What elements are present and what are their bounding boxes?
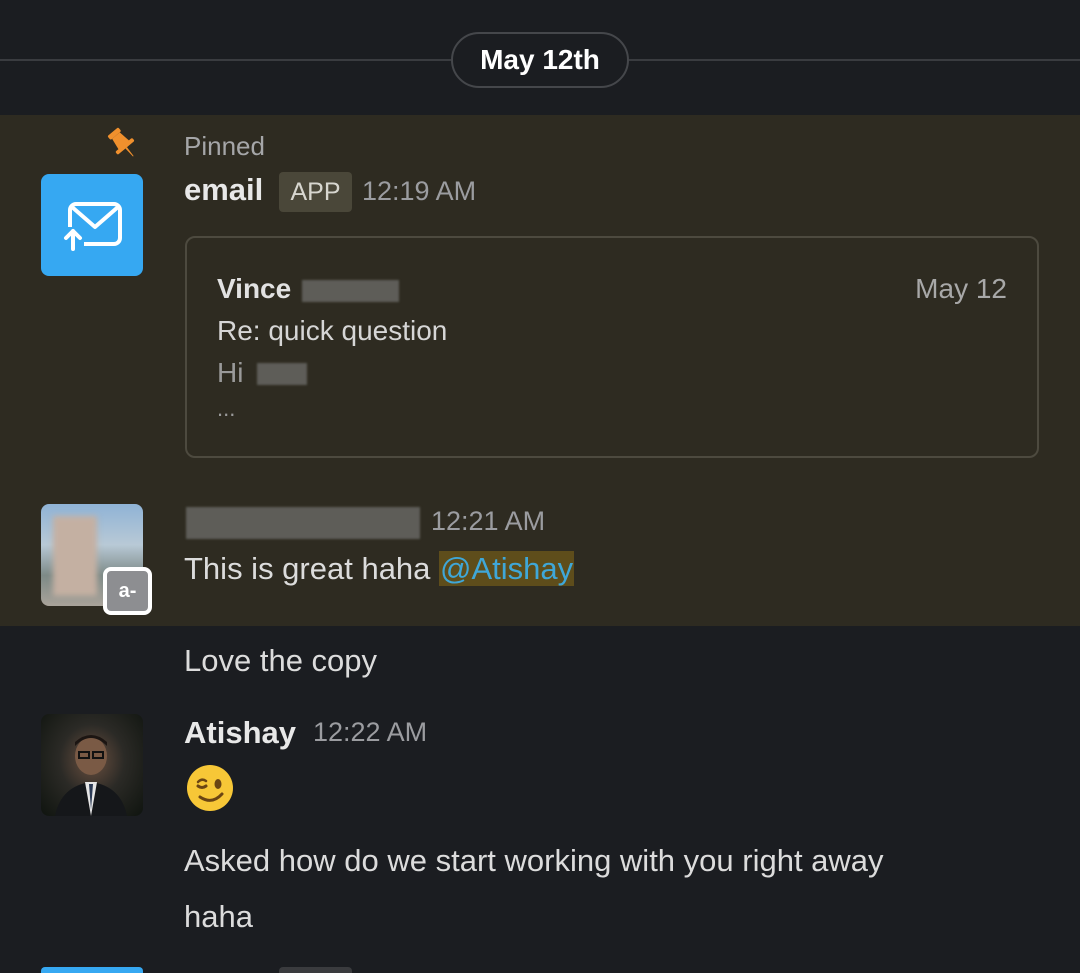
email-preview-text: Hi xyxy=(217,357,244,388)
user-avatar-atishay[interactable] xyxy=(41,714,143,816)
message-text-body: This is great haha xyxy=(184,551,440,586)
message-text-continuation: haha xyxy=(184,899,253,934)
email-ellipsis: ... xyxy=(217,396,236,421)
message-timestamp[interactable]: 12:19 AM xyxy=(362,176,476,207)
redacted-surname xyxy=(302,280,399,302)
email-upload-icon xyxy=(62,202,122,251)
date-jump-button[interactable]: May 12th xyxy=(451,32,629,88)
pinned-label: Pinned xyxy=(184,131,265,161)
email-subject: Re: quick question xyxy=(217,315,448,346)
email-from: Vince xyxy=(217,273,292,304)
email-app-avatar[interactable] xyxy=(41,174,143,276)
redacted-sender-name xyxy=(186,507,420,539)
message-timestamp[interactable]: 12:22 AM xyxy=(313,717,427,748)
redacted-recipient-name xyxy=(257,363,307,385)
sender-name-atishay[interactable]: Atishay xyxy=(184,715,296,751)
email-date: May 12 xyxy=(915,273,1007,304)
app-badge: APP xyxy=(279,172,352,212)
profile-photo xyxy=(55,735,127,816)
next-message-badge xyxy=(279,967,352,973)
message-text: Love the copy xyxy=(184,643,378,678)
sender-name-email[interactable]: email xyxy=(184,172,263,208)
status-badge: a- xyxy=(103,567,152,615)
email-preview-card[interactable]: Vince May 12 Re: quick question Hi ... xyxy=(185,236,1039,458)
pin-icon xyxy=(107,127,135,157)
next-message-avatar xyxy=(41,967,143,973)
date-divider: May 12th xyxy=(0,0,1080,115)
winking-face-emoji xyxy=(187,765,233,811)
message-timestamp[interactable]: 12:21 AM xyxy=(431,506,545,537)
message-text: Asked how do we start working with you r… xyxy=(184,843,884,878)
message-text: This is great haha @Atishay xyxy=(184,551,575,587)
user-mention-link[interactable]: @Atishay xyxy=(439,551,575,586)
